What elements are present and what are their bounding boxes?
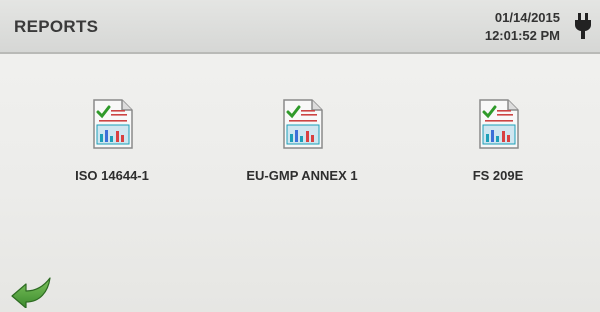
report-document-icon bbox=[479, 99, 519, 149]
header-bar: REPORTS 01/14/2015 12:01:52 PM bbox=[0, 0, 600, 54]
report-label: EU-GMP ANNEX 1 bbox=[246, 168, 358, 183]
date-label: 01/14/2015 bbox=[494, 10, 560, 25]
power-plug-icon bbox=[575, 13, 591, 39]
datetime-display: 01/14/2015 12:01:52 PM bbox=[485, 9, 560, 45]
report-label: ISO 14644-1 bbox=[75, 168, 149, 183]
report-label: FS 209E bbox=[472, 168, 524, 183]
back-arrow-icon[interactable] bbox=[8, 272, 54, 308]
report-document-icon bbox=[283, 99, 323, 149]
page-title: REPORTS bbox=[14, 17, 99, 36]
device-screen: REPORTS 01/14/2015 12:01:52 PM ISO 14644… bbox=[0, 0, 600, 312]
time-label: 12:01:52 PM bbox=[484, 28, 560, 43]
report-fs-209e-button[interactable]: FS 209E bbox=[408, 98, 588, 188]
report-eu-gmp-annex-1-button[interactable]: EU-GMP ANNEX 1 bbox=[212, 98, 392, 188]
report-iso-14644-1-button[interactable]: ISO 14644-1 bbox=[22, 98, 202, 188]
report-document-icon bbox=[93, 99, 133, 149]
